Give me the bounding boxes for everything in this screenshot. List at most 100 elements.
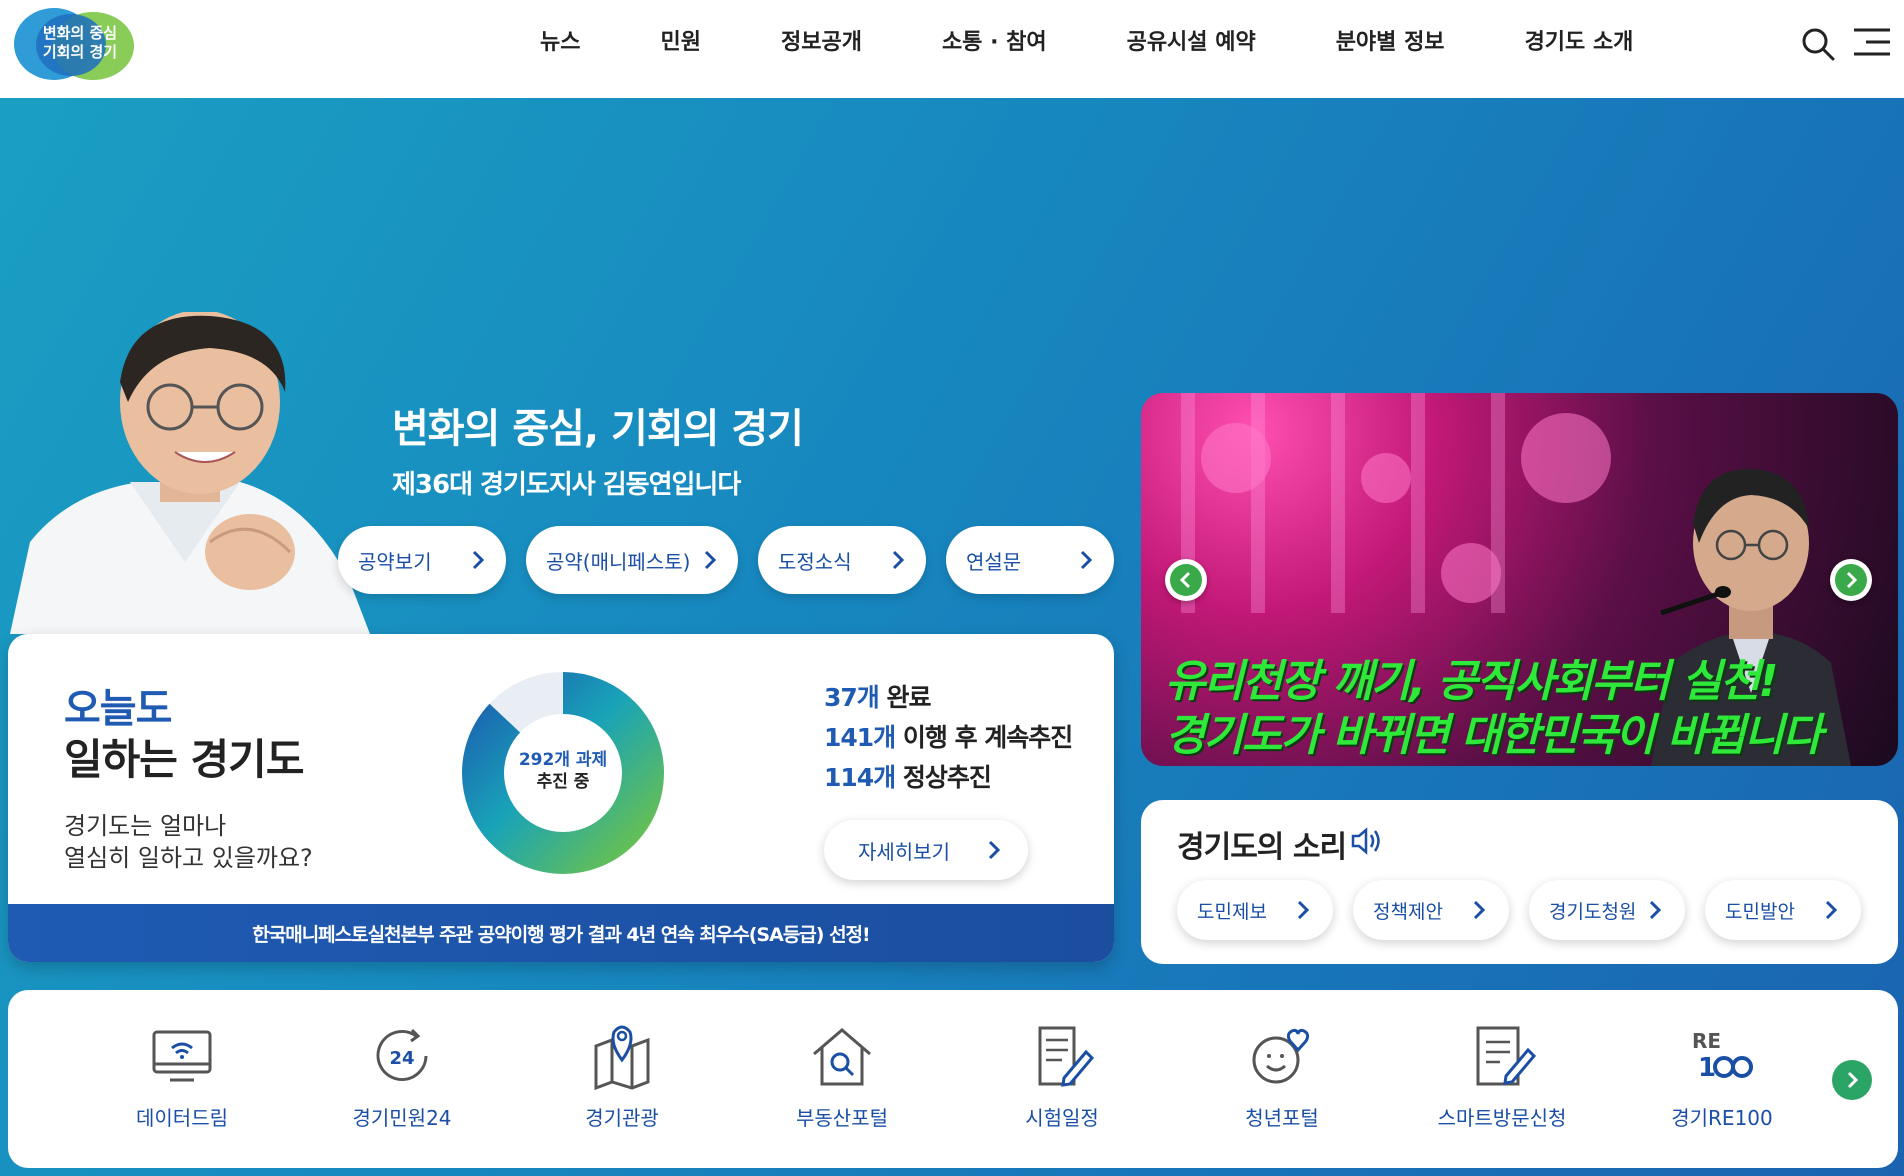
form-pen-icon [1476, 1026, 1537, 1086]
pill-label: 도정소식 [778, 549, 852, 574]
quick-link-label: 시험일정 [1025, 1106, 1099, 1130]
quick-link-label: 경기RE100 [1671, 1106, 1773, 1130]
nav-about[interactable]: 경기도 소개 [1525, 24, 1634, 64]
svg-text:24: 24 [389, 1048, 414, 1069]
quick-link-civil-24[interactable]: 24 경기민원24 [312, 1020, 492, 1131]
quick-link-label: 스마트방문신청 [1437, 1106, 1567, 1130]
nav-news[interactable]: 뉴스 [540, 24, 580, 64]
details-button-label: 자세히보기 [858, 839, 950, 864]
stat-number: 114개 [824, 763, 896, 792]
nav-field-info[interactable]: 분야별 정보 [1336, 24, 1445, 64]
house-search-icon [813, 1028, 871, 1086]
hero-title: 변화의 중심, 기회의 경기 [392, 406, 804, 452]
pill-label: 연설문 [966, 549, 1022, 574]
news-slider[interactable]: 유리천장 깨기, 공직사회부터 실천! 경기도가 바뀌면 대한민국이 바뀝니다 [1141, 393, 1898, 766]
donut-status: 추진 중 [536, 772, 590, 792]
slider-prev-button[interactable] [1165, 559, 1207, 601]
stat-completed: 37개 완료 [824, 678, 932, 714]
stat-number: 141개 [824, 723, 896, 752]
speaker-icon [1351, 827, 1380, 855]
citizen-report-button[interactable]: 도민제보 [1177, 880, 1333, 940]
logo-text-line1: 변화의 중심 [42, 24, 118, 42]
vpill-label: 도민제보 [1197, 900, 1267, 923]
logo-text-line2: 기회의 경기 [42, 43, 118, 61]
provincial-news-button[interactable]: 도정소식 [758, 526, 926, 594]
hero-subtitle: 제36대 경기도지사 김동연입니다 [392, 470, 741, 500]
nav-facility-booking[interactable]: 공유시설 예약 [1127, 24, 1256, 64]
quick-link-exam-schedule[interactable]: 시험일정 [972, 1020, 1152, 1131]
site-logo[interactable]: 변화의 중심 기회의 경기 [12, 4, 144, 82]
re100-icon: RE 1 [1692, 1029, 1753, 1083]
petition-button[interactable]: 경기도청원 [1529, 880, 1685, 940]
chevron-right-icon [892, 550, 905, 570]
donut-total-tasks: 292개 과제 [518, 750, 608, 770]
stats-question-line2: 열심히 일하고 있을까요? [64, 844, 313, 872]
document-pen-icon [1038, 1026, 1095, 1087]
chevron-left-icon [1179, 571, 1191, 589]
vpill-label: 도민발안 [1725, 900, 1795, 923]
slider-bg-light [1411, 393, 1425, 613]
quick-link-youth-portal[interactable]: 청년포털 [1192, 1020, 1372, 1131]
vpill-label: 경기도청원 [1549, 900, 1637, 923]
nav-info-disclosure[interactable]: 정보공개 [781, 24, 862, 64]
governor-photo [10, 312, 370, 634]
quick-link-re100[interactable]: RE 1 경기RE100 [1632, 1020, 1812, 1131]
slider-caption-line2: 경기도가 바뀌면 대한민국이 바뀝니다 [1165, 710, 1823, 761]
manifesto-button[interactable]: 공약(매니페스토) [526, 526, 738, 594]
smile-heart-icon [1252, 1028, 1310, 1084]
stat-continuing: 141개 이행 후 계속추진 [824, 718, 1073, 754]
chevron-right-icon [988, 840, 1001, 860]
pledge-view-button[interactable]: 공약보기 [338, 526, 506, 594]
speech-button[interactable]: 연설문 [946, 526, 1114, 594]
stats-question-line1: 경기도는 얼마나 [64, 812, 227, 840]
slider-next-button[interactable] [1830, 559, 1872, 601]
chevron-right-icon [1847, 1071, 1859, 1089]
citizen-initiative-button[interactable]: 도민발안 [1705, 880, 1861, 940]
chevron-right-icon [1649, 900, 1662, 920]
clock-24-icon: 24 [376, 1028, 428, 1081]
policy-proposal-button[interactable]: 정책제안 [1353, 880, 1509, 940]
site-header: 변화의 중심 기회의 경기 뉴스 민원 정보공개 소통 · 참여 공유시설 예약… [0, 0, 1904, 98]
svg-text:RE: RE [1692, 1029, 1721, 1053]
stat-text: 완료 [878, 683, 932, 712]
slider-bg-light [1521, 413, 1611, 503]
quick-links-next-button[interactable] [1832, 1060, 1872, 1100]
monitor-wifi-icon [152, 1030, 212, 1082]
quick-links-bar: 데이터드림 24 경기민원24 경기관광 부동산포털 시험일정 청년포털 스마트… [8, 990, 1898, 1168]
vpill-label: 정책제안 [1373, 900, 1443, 923]
pill-label: 공약(매니페스토) [546, 549, 691, 574]
quick-link-real-estate[interactable]: 부동산포털 [752, 1020, 932, 1131]
search-icon[interactable] [1800, 26, 1836, 62]
menu-icon[interactable] [1852, 26, 1892, 58]
quick-link-tourism[interactable]: 경기관광 [532, 1020, 712, 1131]
details-button[interactable]: 자세히보기 [824, 820, 1028, 880]
slider-bg-light [1201, 423, 1271, 493]
evaluation-banner[interactable]: 한국매니페스토실천본부 주관 공약이행 평가 결과 4년 연속 최우수(SA등급… [8, 904, 1114, 962]
slider-bg-light [1361, 453, 1411, 503]
slider-bg-light [1441, 543, 1501, 603]
map-pin-icon [594, 1025, 650, 1091]
chevron-right-icon [1825, 900, 1838, 920]
stat-on-track: 114개 정상추진 [824, 758, 992, 794]
quick-link-label: 데이터드림 [136, 1106, 228, 1130]
quick-link-label: 부동산포털 [796, 1106, 888, 1130]
nav-civil-petition[interactable]: 민원 [660, 24, 700, 64]
stats-heading: 일하는 경기도 [64, 735, 304, 784]
donut-center-label: 292개 과제 추진 중 [488, 749, 638, 793]
chevron-right-icon [1473, 900, 1486, 920]
slider-bg-light [1251, 393, 1265, 613]
work-stats-card: 오늘도 일하는 경기도 경기도는 얼마나 열심히 일하고 있을까요? 292개 … [8, 634, 1114, 962]
slider-bg-light [1331, 393, 1345, 613]
chevron-right-icon [1297, 900, 1310, 920]
stat-text: 정상추진 [895, 763, 992, 792]
pill-label: 공약보기 [358, 549, 432, 574]
chevron-right-icon [472, 550, 485, 570]
nav-communication[interactable]: 소통 · 참여 [942, 24, 1047, 64]
stat-number: 37개 [824, 683, 880, 712]
logo-text: 변화의 중심 기회의 경기 [32, 24, 128, 62]
voice-title: 경기도의 소리 [1177, 830, 1347, 865]
quick-link-smart-visit[interactable]: 스마트방문신청 [1412, 1020, 1592, 1131]
quick-link-label: 경기관광 [585, 1106, 659, 1130]
quick-link-data-dream[interactable]: 데이터드림 [92, 1020, 272, 1131]
chevron-right-icon [1846, 571, 1858, 589]
